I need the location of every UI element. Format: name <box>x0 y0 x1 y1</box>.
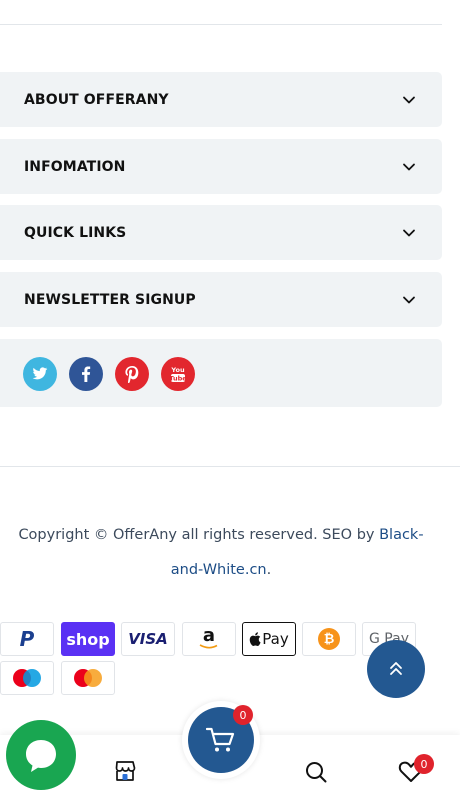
apple-pay-icon: Pay <box>242 622 296 656</box>
paypal-icon: P <box>0 622 54 656</box>
visa-icon: VISA <box>121 622 175 656</box>
maestro-circles-icon <box>13 669 41 687</box>
live-chat-button[interactable] <box>6 720 76 790</box>
amazon-smile-icon <box>199 644 218 649</box>
chevron-down-icon <box>403 163 415 170</box>
accordion-newsletter-label: NEWSLETTER SIGNUP <box>24 291 196 308</box>
accordion-information[interactable]: INFOMATION <box>0 139 442 194</box>
amazon-icon: a <box>182 622 236 656</box>
apple-pay-mark: Pay <box>262 630 289 648</box>
shop-nav-button[interactable] <box>111 757 139 785</box>
copyright-notice: Copyright © OfferAny all rights reserved… <box>0 518 442 588</box>
bitcoin-mark: ₿ <box>323 632 335 647</box>
store-icon <box>115 761 136 781</box>
bitcoin-icon: ₿ <box>302 622 356 656</box>
amazon-mark: a <box>202 625 216 646</box>
chevron-down-icon <box>403 229 415 236</box>
accordion-quick-links-label: QUICK LINKS <box>24 224 127 241</box>
svg-text:Tube: Tube <box>170 374 186 382</box>
search-nav-button[interactable] <box>302 758 330 786</box>
chat-bubble-icon <box>26 740 56 772</box>
maestro-icon <box>0 661 54 695</box>
wishlist-count-badge: 0 <box>414 754 434 774</box>
seo-link[interactable]: Black- <box>379 527 423 543</box>
copyright-text: Copyright © OfferAny all rights reserved… <box>18 527 380 543</box>
visa-mark: VISA <box>128 630 168 648</box>
shop-pay-mark: shop <box>66 629 110 649</box>
twitter-link[interactable] <box>23 357 57 391</box>
accordion-information-label: INFOMATION <box>24 158 126 175</box>
facebook-icon <box>82 366 91 382</box>
cart-button[interactable]: 0 <box>182 701 260 779</box>
accordion-about-label: ABOUT OFFERANY <box>24 91 169 108</box>
wishlist-nav-button[interactable]: 0 <box>396 754 434 786</box>
facebook-link[interactable] <box>69 357 103 391</box>
bitcoin-coin: ₿ <box>318 628 340 650</box>
accordion-about[interactable]: ABOUT OFFERANY <box>0 72 442 127</box>
cart-icon <box>206 727 235 752</box>
seo-link-continued[interactable]: and-White.cn <box>171 562 267 578</box>
shop-pay-icon: shop <box>61 622 115 656</box>
footer-divider <box>0 466 460 467</box>
mastercard-circles-icon <box>74 669 102 687</box>
svg-text:You: You <box>170 366 185 374</box>
paypal-mark: P <box>19 627 35 651</box>
social-links-panel: You Tube <box>0 339 442 407</box>
top-divider <box>0 24 442 25</box>
chevron-down-icon <box>403 296 415 303</box>
copyright-period: . <box>266 562 272 578</box>
back-to-top-button[interactable] <box>367 640 425 698</box>
accordion-quick-links[interactable]: QUICK LINKS <box>0 205 442 260</box>
apple-icon <box>249 632 261 646</box>
accordion-newsletter[interactable]: NEWSLETTER SIGNUP <box>0 272 442 327</box>
double-chevron-up-icon <box>390 662 402 675</box>
pinterest-link[interactable] <box>115 357 149 391</box>
pinterest-icon <box>125 365 139 383</box>
cart-count-badge: 0 <box>233 705 253 725</box>
chevron-down-icon <box>403 96 415 103</box>
cart-button-inner: 0 <box>188 705 254 773</box>
mastercard-icon <box>61 661 115 695</box>
twitter-icon <box>32 367 48 380</box>
search-icon <box>306 762 327 783</box>
youtube-link[interactable]: You Tube <box>161 357 195 391</box>
youtube-icon: You Tube <box>170 366 186 382</box>
